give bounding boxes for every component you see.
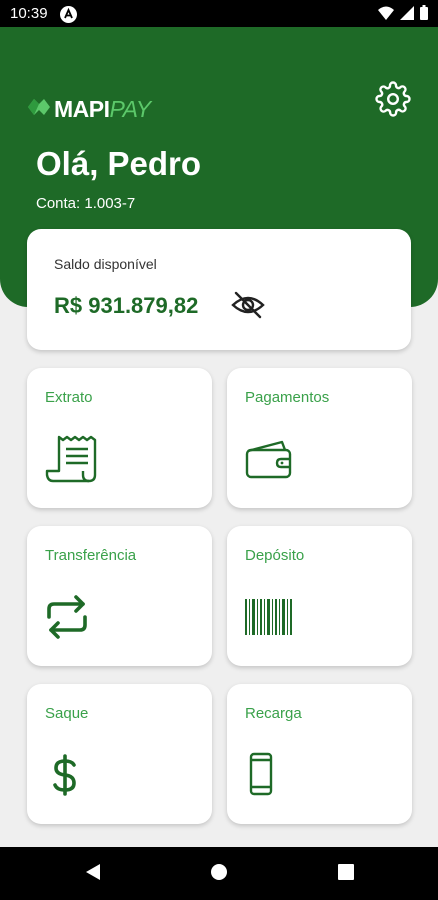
- status-bar: 10:39: [0, 0, 438, 27]
- logo-text-mapi: MAPI: [54, 96, 110, 122]
- wallet-icon: [245, 432, 301, 486]
- home-icon: [210, 863, 228, 886]
- tile-label: Saque: [45, 705, 89, 722]
- gear-icon: [375, 80, 411, 122]
- greeting-title: Olá, Pedro: [36, 145, 202, 182]
- back-button[interactable]: [82, 863, 104, 885]
- status-time: 10:39: [10, 5, 48, 22]
- tile-saque[interactable]: Saque: [27, 684, 212, 824]
- toggle-balance-visibility-button[interactable]: [230, 291, 266, 323]
- battery-icon: [420, 5, 428, 25]
- tile-label: Depósito: [245, 547, 305, 564]
- tile-pagamentos[interactable]: Pagamentos: [227, 368, 412, 508]
- receipt-icon: [45, 432, 101, 486]
- balance-label: Saldo disponível: [54, 256, 157, 272]
- logo-mark-icon: [28, 99, 50, 120]
- recents-button[interactable]: [335, 863, 357, 885]
- balance-card: Saldo disponível R$ 931.879,82: [27, 229, 411, 350]
- transfer-arrows-icon: [45, 590, 101, 644]
- app-notification-icon: [60, 6, 77, 23]
- barcode-icon: [245, 590, 301, 644]
- tile-label: Pagamentos: [245, 389, 330, 406]
- balance-value: R$ 931.879,82: [54, 293, 199, 318]
- dollar-icon: [45, 748, 101, 802]
- tile-extrato[interactable]: Extrato: [27, 368, 212, 508]
- eye-off-icon: [231, 290, 265, 325]
- tile-label: Extrato: [45, 389, 93, 406]
- logo-text-pay: PAY: [109, 96, 152, 122]
- recents-icon: [338, 863, 354, 885]
- wifi-icon: [378, 6, 394, 25]
- tile-recarga[interactable]: Recarga: [227, 684, 412, 824]
- app-logo: MAPI PAY: [28, 96, 151, 123]
- tile-label: Recarga: [245, 705, 302, 722]
- smartphone-icon: [245, 748, 301, 802]
- account-number: Conta: 1.003-7: [36, 195, 136, 212]
- home-button[interactable]: [208, 863, 230, 885]
- back-icon: [84, 862, 102, 887]
- tile-transferencia[interactable]: Transferência: [27, 526, 212, 666]
- system-navigation-bar: [0, 847, 438, 900]
- tile-deposito[interactable]: Depósito: [227, 526, 412, 666]
- cellular-signal-icon: [400, 5, 414, 25]
- settings-button[interactable]: [374, 80, 412, 122]
- tile-label: Transferência: [45, 547, 137, 564]
